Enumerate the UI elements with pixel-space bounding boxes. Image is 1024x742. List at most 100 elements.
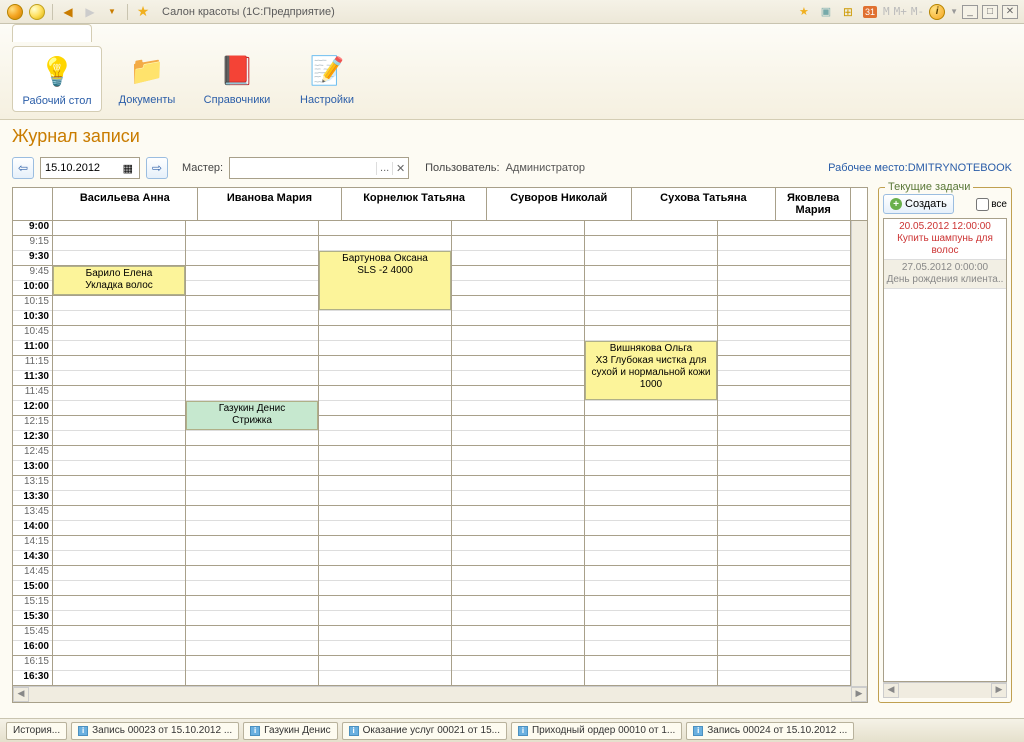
task-item[interactable]: 27.05.2012 0:00:00День рождения клиента.…	[884, 260, 1006, 289]
time-slot: 12:15	[13, 416, 52, 431]
scroll-right-icon[interactable]: ▶	[991, 683, 1007, 698]
appointment[interactable]: Вишнякова ОльгаX3 Глубокая чистка для су…	[585, 341, 717, 400]
date-prev-button[interactable]: ⇦	[12, 157, 34, 179]
time-slot: 11:15	[13, 356, 52, 371]
nav-back-icon[interactable]: ◀	[58, 2, 78, 22]
col-head[interactable]: Сухова Татьяна	[632, 188, 777, 220]
taskbar-item[interactable]: iГазукин Денис	[243, 722, 337, 740]
master-label: Мастер:	[182, 162, 223, 174]
ribbon: 💡 Рабочий стол 📁 Документы 📕 Справочники…	[0, 24, 1024, 120]
scrollbar-horizontal[interactable]: ◀ ▶	[13, 686, 867, 702]
time-slot: 15:15	[13, 596, 52, 611]
time-slot: 16:00	[13, 641, 52, 656]
mem-m[interactable]: M	[883, 5, 890, 18]
app-logo-icon[interactable]	[5, 2, 25, 22]
time-slot: 10:00	[13, 281, 52, 296]
book-icon: 📕	[217, 50, 257, 90]
scroll-left-icon[interactable]: ◀	[883, 683, 899, 698]
task-item[interactable]: 20.05.2012 12:00:00Купить шампунь для во…	[884, 219, 1006, 260]
calendar-header: Васильева Анна Иванова Мария Корнелюк Та…	[13, 188, 867, 221]
dropdown-icon[interactable]	[27, 2, 47, 22]
taskbar-item[interactable]: iПриходный ордер 00010 от 1...	[511, 722, 682, 740]
time-slot: 14:00	[13, 521, 52, 536]
page-title: Журнал записи	[12, 126, 1012, 147]
ribbon-desktop[interactable]: 💡 Рабочий стол	[12, 46, 102, 112]
grid-col[interactable]: Газукин ДенисСтрижка	[186, 221, 319, 686]
grid-col[interactable]: Вишнякова ОльгаX3 Глубокая чистка для су…	[585, 221, 718, 686]
date-next-button[interactable]: ⇨	[146, 157, 168, 179]
create-task-button[interactable]: + Создать	[883, 194, 954, 214]
appointment[interactable]: Барило ЕленаУкладка волос	[53, 266, 185, 295]
time-slot: 13:00	[13, 461, 52, 476]
nav-dropdown-icon[interactable]: ▼	[102, 2, 122, 22]
folder-icon: 📁	[127, 50, 167, 90]
combo-clear-icon[interactable]: ✕	[392, 162, 408, 175]
time-slot: 12:00	[13, 401, 52, 416]
tasks-list[interactable]: 20.05.2012 12:00:00Купить шампунь для во…	[883, 218, 1007, 682]
calculator-icon[interactable]: ⊞	[838, 2, 858, 22]
scroll-right-icon[interactable]: ▶	[851, 687, 867, 702]
col-head[interactable]: Васильева Анна	[53, 188, 198, 220]
taskbar-item[interactable]: iОказание услуг 00021 от 15...	[342, 722, 507, 740]
window-title: Салон красоты (1С:Предприятие)	[162, 6, 335, 18]
nav-fwd-icon[interactable]: ▶	[80, 2, 100, 22]
combo-ellipsis-icon[interactable]: ...	[376, 162, 392, 175]
fav-small-icon[interactable]: ★	[794, 2, 814, 22]
history-button[interactable]: История...	[6, 722, 67, 740]
tasks-panel: Текущие задачи + Создать все 20.05.2012 …	[878, 187, 1012, 703]
date-input[interactable]: 15.10.2012 ▦	[40, 157, 140, 179]
time-slot: 11:30	[13, 371, 52, 386]
col-head[interactable]: Суворов Николай	[487, 188, 632, 220]
scrollbar-vertical[interactable]	[851, 221, 867, 686]
col-head[interactable]: Яковлева Мария	[776, 188, 851, 220]
taskbar-item[interactable]: iЗапись 00024 от 15.10.2012 ...	[686, 722, 854, 740]
scroll-left-icon[interactable]: ◀	[13, 687, 29, 702]
grid-col[interactable]: Бартунова ОксанаSLS -2 4000	[319, 221, 452, 686]
time-slot: 13:15	[13, 476, 52, 491]
close-button[interactable]: ✕	[1002, 5, 1018, 19]
taskbar-item[interactable]: iЗапись 00023 от 15.10.2012 ...	[71, 722, 239, 740]
time-slot: 14:45	[13, 566, 52, 581]
mem-mplus[interactable]: M+	[894, 5, 907, 18]
col-head[interactable]: Корнелюк Татьяна	[342, 188, 487, 220]
time-slot: 10:45	[13, 326, 52, 341]
bottom-taskbar: История... iЗапись 00023 от 15.10.2012 .…	[0, 718, 1024, 742]
ribbon-settings[interactable]: 📝 Настройки	[282, 46, 372, 110]
time-slot: 9:45	[13, 266, 52, 281]
calendar-body[interactable]: 9:009:159:309:4510:0010:1510:3010:4511:0…	[13, 221, 867, 686]
nav-link-icon[interactable]: ▣	[816, 2, 836, 22]
settings-icon: 📝	[307, 50, 347, 90]
desktop-icon: 💡	[37, 51, 77, 91]
favorite-icon[interactable]: ★	[133, 2, 153, 22]
minimize-button[interactable]: _	[962, 5, 978, 19]
tasks-legend: Текущие задачи	[885, 181, 973, 193]
calendar-panel: Васильева Анна Иванова Мария Корнелюк Та…	[12, 187, 868, 703]
time-slot: 9:00	[13, 221, 52, 236]
info-icon[interactable]: i	[927, 2, 947, 22]
ribbon-tab[interactable]	[12, 24, 92, 42]
grid-col[interactable]: Барило ЕленаУкладка волос	[53, 221, 186, 686]
time-slot: 10:30	[13, 311, 52, 326]
maximize-button[interactable]: □	[982, 5, 998, 19]
user-label: Пользователь:	[425, 162, 499, 174]
ribbon-documents[interactable]: 📁 Документы	[102, 46, 192, 110]
appointment[interactable]: Бартунова ОксанаSLS -2 4000	[319, 251, 451, 310]
titlebar: ◀ ▶ ▼ ★ Салон красоты (1С:Предприятие) ★…	[0, 0, 1024, 24]
time-header	[13, 188, 53, 220]
calendar-icon[interactable]: 31	[860, 2, 880, 22]
master-combo[interactable]: ... ✕	[229, 157, 409, 179]
grid-col[interactable]	[718, 221, 851, 686]
col-head[interactable]: Иванова Мария	[198, 188, 343, 220]
all-checkbox[interactable]: все	[976, 198, 1007, 211]
tasks-scrollbar[interactable]: ◀ ▶	[883, 682, 1007, 698]
time-slot: 12:30	[13, 431, 52, 446]
date-picker-icon[interactable]: ▦	[121, 162, 135, 175]
time-slot: 11:45	[13, 386, 52, 401]
time-slot: 14:15	[13, 536, 52, 551]
appointment[interactable]: Газукин ДенисСтрижка	[186, 401, 318, 430]
ribbon-references[interactable]: 📕 Справочники	[192, 46, 282, 110]
time-slot: 15:30	[13, 611, 52, 626]
mem-mminus[interactable]: M-	[911, 5, 924, 18]
time-slot: 9:30	[13, 251, 52, 266]
grid-col[interactable]	[452, 221, 585, 686]
